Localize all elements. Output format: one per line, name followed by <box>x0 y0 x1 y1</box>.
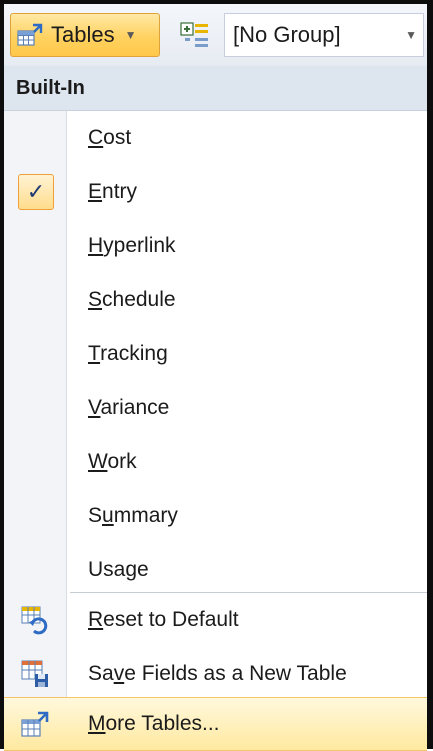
menu-command-label: More Tables... <box>88 712 220 735</box>
menu-item-label: Work <box>88 450 137 473</box>
menu-item[interactable]: Schedule <box>4 273 427 327</box>
tables-button-label: Tables <box>51 22 115 47</box>
menu-item-label: Hyperlink <box>88 234 176 257</box>
menu-item-label: Entry <box>88 180 138 203</box>
menu-item[interactable]: Tracking <box>4 327 427 381</box>
menu-item[interactable]: Usage <box>4 543 427 597</box>
menu-item-label: Variance <box>88 396 170 419</box>
mnemonic-letter: W <box>88 450 108 473</box>
menu-item-label: Tracking <box>88 342 168 365</box>
mnemonic-letter: R <box>88 608 104 631</box>
mnemonic-letter: V <box>88 396 101 419</box>
menu-item[interactable]: Work <box>4 435 427 489</box>
menu-item-label: Usage <box>88 558 149 581</box>
menu-item[interactable]: Summary <box>4 489 427 543</box>
menu-item[interactable]: ✓ Entry <box>4 165 427 219</box>
menu-command-label: Reset to Default <box>88 608 239 631</box>
chevron-down-icon: ▼ <box>405 28 417 42</box>
menu-item-label: Schedule <box>88 288 176 311</box>
menu-item[interactable]: Variance <box>4 381 427 435</box>
mnemonic-letter: C <box>88 126 104 149</box>
menu-item[interactable]: Hyperlink <box>4 219 427 273</box>
mnemonic-letter: H <box>88 234 104 257</box>
tables-dropdown-button[interactable]: Tables ▼ <box>10 13 160 57</box>
mnemonic-letter: M <box>88 712 106 735</box>
menu-item-label: Cost <box>88 126 132 149</box>
mnemonic-letter: E <box>88 180 103 203</box>
chevron-down-icon: ▼ <box>124 28 137 42</box>
menu-command[interactable]: More Tables... <box>4 697 427 751</box>
menu-command[interactable]: Reset to Default <box>4 593 427 647</box>
toolbar: Tables ▼ [No Group] ▼ <box>4 4 427 67</box>
group-select-value: [No Group] <box>233 22 341 47</box>
section-header-label: Built-In <box>16 76 85 99</box>
mnemonic-letter: S <box>88 288 103 311</box>
mnemonic-letter: T <box>88 342 101 365</box>
group-select[interactable]: [No Group] ▼ <box>224 13 424 57</box>
menu-item[interactable]: Cost <box>4 111 427 165</box>
mnemonic-letter: u <box>102 504 114 527</box>
more-tables-icon <box>20 710 50 740</box>
menu-command-label: Save Fields as a New Table <box>88 662 347 685</box>
mnemonic-letter: v <box>113 662 125 685</box>
built-in-section-header: Built-In <box>4 66 427 111</box>
tables-icon <box>17 23 45 47</box>
save-table-icon <box>20 659 50 689</box>
menu-command[interactable]: Save Fields as a New Table <box>4 647 427 701</box>
check-icon: ✓ <box>18 174 54 210</box>
group-by-icon[interactable] <box>180 22 210 50</box>
reset-table-icon <box>20 605 50 635</box>
window-frame-right <box>427 0 433 749</box>
mnemonic-letter: g <box>125 558 138 581</box>
menu-item-label: Summary <box>88 504 178 527</box>
